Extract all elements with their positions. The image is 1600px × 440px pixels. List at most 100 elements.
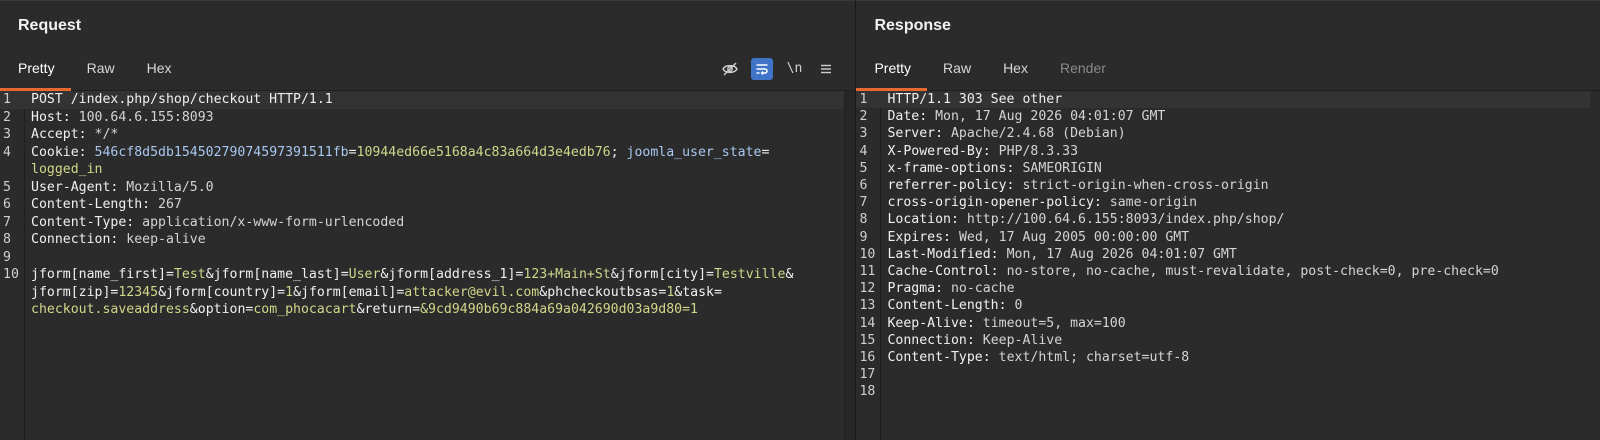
request-line: 9 xyxy=(0,249,845,267)
request-line-wrap: jform[zip]=12345&jform[country]=1&jform[… xyxy=(0,284,845,302)
line-number: 7 xyxy=(859,195,868,211)
line-number: 16 xyxy=(859,350,876,366)
response-editor[interactable]: 1 HTTP/1.1 303 See other 2 Date: Mon, 17 Au… xyxy=(856,91,1600,440)
param-name: option xyxy=(197,302,246,317)
line-number: 10 xyxy=(3,267,19,282)
request-tab-pretty[interactable]: Pretty xyxy=(0,47,71,91)
header-name: Keep-Alive: xyxy=(887,315,975,331)
status-line: HTTP/1.1 303 See other xyxy=(887,92,1063,107)
line-number: 6 xyxy=(3,197,11,212)
cookie-equals: = xyxy=(761,144,770,160)
request-line: 2 Host: 100.64.6.155:8093 xyxy=(0,109,845,127)
param-value: &9cd9490b69c884a69a042690d03a9d80=1 xyxy=(420,302,698,317)
param-value: com_phocacart xyxy=(253,302,357,317)
line-number: 1 xyxy=(3,92,11,107)
header-name: Connection: xyxy=(31,232,119,247)
header-name: Location: xyxy=(887,212,959,228)
response-tab-pretty[interactable]: Pretty xyxy=(856,47,927,91)
header-value: 267 xyxy=(150,197,182,212)
param-amp: & xyxy=(205,267,214,282)
response-line: 13 Content-Length: 0 xyxy=(856,297,1590,314)
param-value: Testville xyxy=(713,267,786,282)
line-number: 4 xyxy=(3,144,11,160)
cookie-name: 546cf8d5db15450279074597391511fb xyxy=(86,144,349,160)
response-line: 3 Server: Apache/2.4.68 (Debian) xyxy=(856,125,1590,142)
line-number: 1 xyxy=(859,92,868,107)
response-line: 5 x-frame-options: SAMEORIGIN xyxy=(856,160,1590,177)
request-body-line: 10 jform[name_first]=Test&jform[name_las… xyxy=(0,266,845,284)
header-name: Content-Length: xyxy=(887,298,1007,314)
eye-off-icon[interactable] xyxy=(719,58,741,80)
header-name: Expires: xyxy=(887,229,951,245)
header-name: Content-Type: xyxy=(31,214,135,230)
param-name: jform[zip] xyxy=(31,284,111,300)
response-tabbar: Pretty Raw Hex Render xyxy=(856,47,1600,91)
response-line: 8 Location: http://100.64.6.155:8093/inde… xyxy=(856,211,1590,228)
header-name: x-frame-options: xyxy=(887,160,1015,176)
response-panel: Response Pretty Raw Hex Render 1 HTTP/1.1… xyxy=(855,0,1600,440)
param-amp: & xyxy=(539,284,548,300)
param-equals: = xyxy=(277,284,286,300)
header-value: PHP/8.3.33 xyxy=(990,143,1079,159)
param-amp: & xyxy=(610,267,619,282)
request-editor[interactable]: 1 POST /index.php/shop/checkout HTTP/1.1… xyxy=(0,91,856,440)
line-number: 3 xyxy=(3,127,11,142)
newline-toggle[interactable]: \n xyxy=(783,58,805,80)
param-name: phcheckoutbsas xyxy=(547,284,659,300)
response-tab-render[interactable]: Render xyxy=(1044,47,1122,90)
word-wrap-icon[interactable] xyxy=(751,57,774,80)
response-line: 4 X-Powered-By: PHP/8.3.33 xyxy=(856,143,1590,160)
response-line: 17 xyxy=(856,366,1590,383)
line-number: 2 xyxy=(859,109,868,125)
line-number: 9 xyxy=(3,249,11,265)
response-line: 16 Content-Type: text/html; charset=utf-8 xyxy=(856,349,1590,366)
line-number: 9 xyxy=(859,229,868,245)
response-tab-raw[interactable]: Raw xyxy=(927,47,987,90)
request-line: 6 Content-Length: 267 xyxy=(0,196,845,214)
header-name: User-Agent: xyxy=(31,179,119,195)
param-value: User xyxy=(348,267,381,282)
response-line: 15 Connection: Keep-Alive xyxy=(856,332,1590,349)
response-line: 18 xyxy=(856,383,1590,400)
header-name: cross-origin-opener-policy: xyxy=(887,195,1102,211)
header-value: Keep-Alive xyxy=(974,332,1063,348)
response-line: 1 HTTP/1.1 303 See other xyxy=(856,91,1590,109)
param-amp: & xyxy=(356,302,365,317)
response-title: Response xyxy=(856,0,1600,47)
line-number: 18 xyxy=(859,384,876,400)
param-value: checkout.saveaddress xyxy=(31,302,190,317)
response-line: 12 Pragma: no-cache xyxy=(856,280,1590,297)
param-value: attacker@evil.com xyxy=(404,284,540,300)
request-tab-raw[interactable]: Raw xyxy=(71,47,131,90)
request-line: 5 User-Agent: Mozilla/5.0 xyxy=(0,179,845,197)
param-amp: & xyxy=(293,284,302,300)
param-amp: & xyxy=(158,284,167,300)
response-line: 11 Cache-Control: no-store, no-cache, mus… xyxy=(856,263,1590,280)
hamburger-menu-icon[interactable] xyxy=(815,58,837,80)
response-tab-hex[interactable]: Hex xyxy=(987,47,1044,90)
header-value: keep-alive xyxy=(118,232,206,247)
header-name: Cookie: xyxy=(31,144,87,160)
request-line: 7 Content-Type: application/x-www-form-u… xyxy=(0,214,845,232)
request-scrollbar[interactable] xyxy=(844,91,856,440)
param-value: 123+Main+St xyxy=(523,267,611,282)
line-number: 15 xyxy=(859,332,876,348)
header-value: SAMEORIGIN xyxy=(1014,160,1102,176)
param-equals: = xyxy=(713,284,722,300)
request-line: 3 Accept: */* xyxy=(0,126,845,144)
param-value: 1 xyxy=(285,284,294,300)
burp-message-editor: Request Pretty Raw Hex \n 1 POST /index.… xyxy=(0,0,1600,440)
request-tab-hex[interactable]: Hex xyxy=(131,47,188,90)
header-value: Mon, 17 Aug 2026 04:01:07 GMT xyxy=(927,109,1166,125)
header-value: strict-origin-when-cross-origin xyxy=(1014,178,1269,194)
request-line-wrap: logged_in xyxy=(0,161,845,179)
request-tabbar: Pretty Raw Hex \n xyxy=(0,47,856,91)
header-name: Last-Modified: xyxy=(887,246,999,262)
param-name: jform[city] xyxy=(618,267,707,282)
request-line: 8 Connection: keep-alive xyxy=(0,231,845,249)
header-value: Apache/2.4.68 (Debian) xyxy=(943,126,1126,142)
response-line: 14 Keep-Alive: timeout=5, max=100 xyxy=(856,315,1590,332)
response-line: 2 Date: Mon, 17 Aug 2026 04:01:07 GMT xyxy=(856,108,1590,125)
line-number: 13 xyxy=(859,298,876,314)
request-line-wrap: checkout.saveaddress&option=com_phocacar… xyxy=(0,301,845,319)
